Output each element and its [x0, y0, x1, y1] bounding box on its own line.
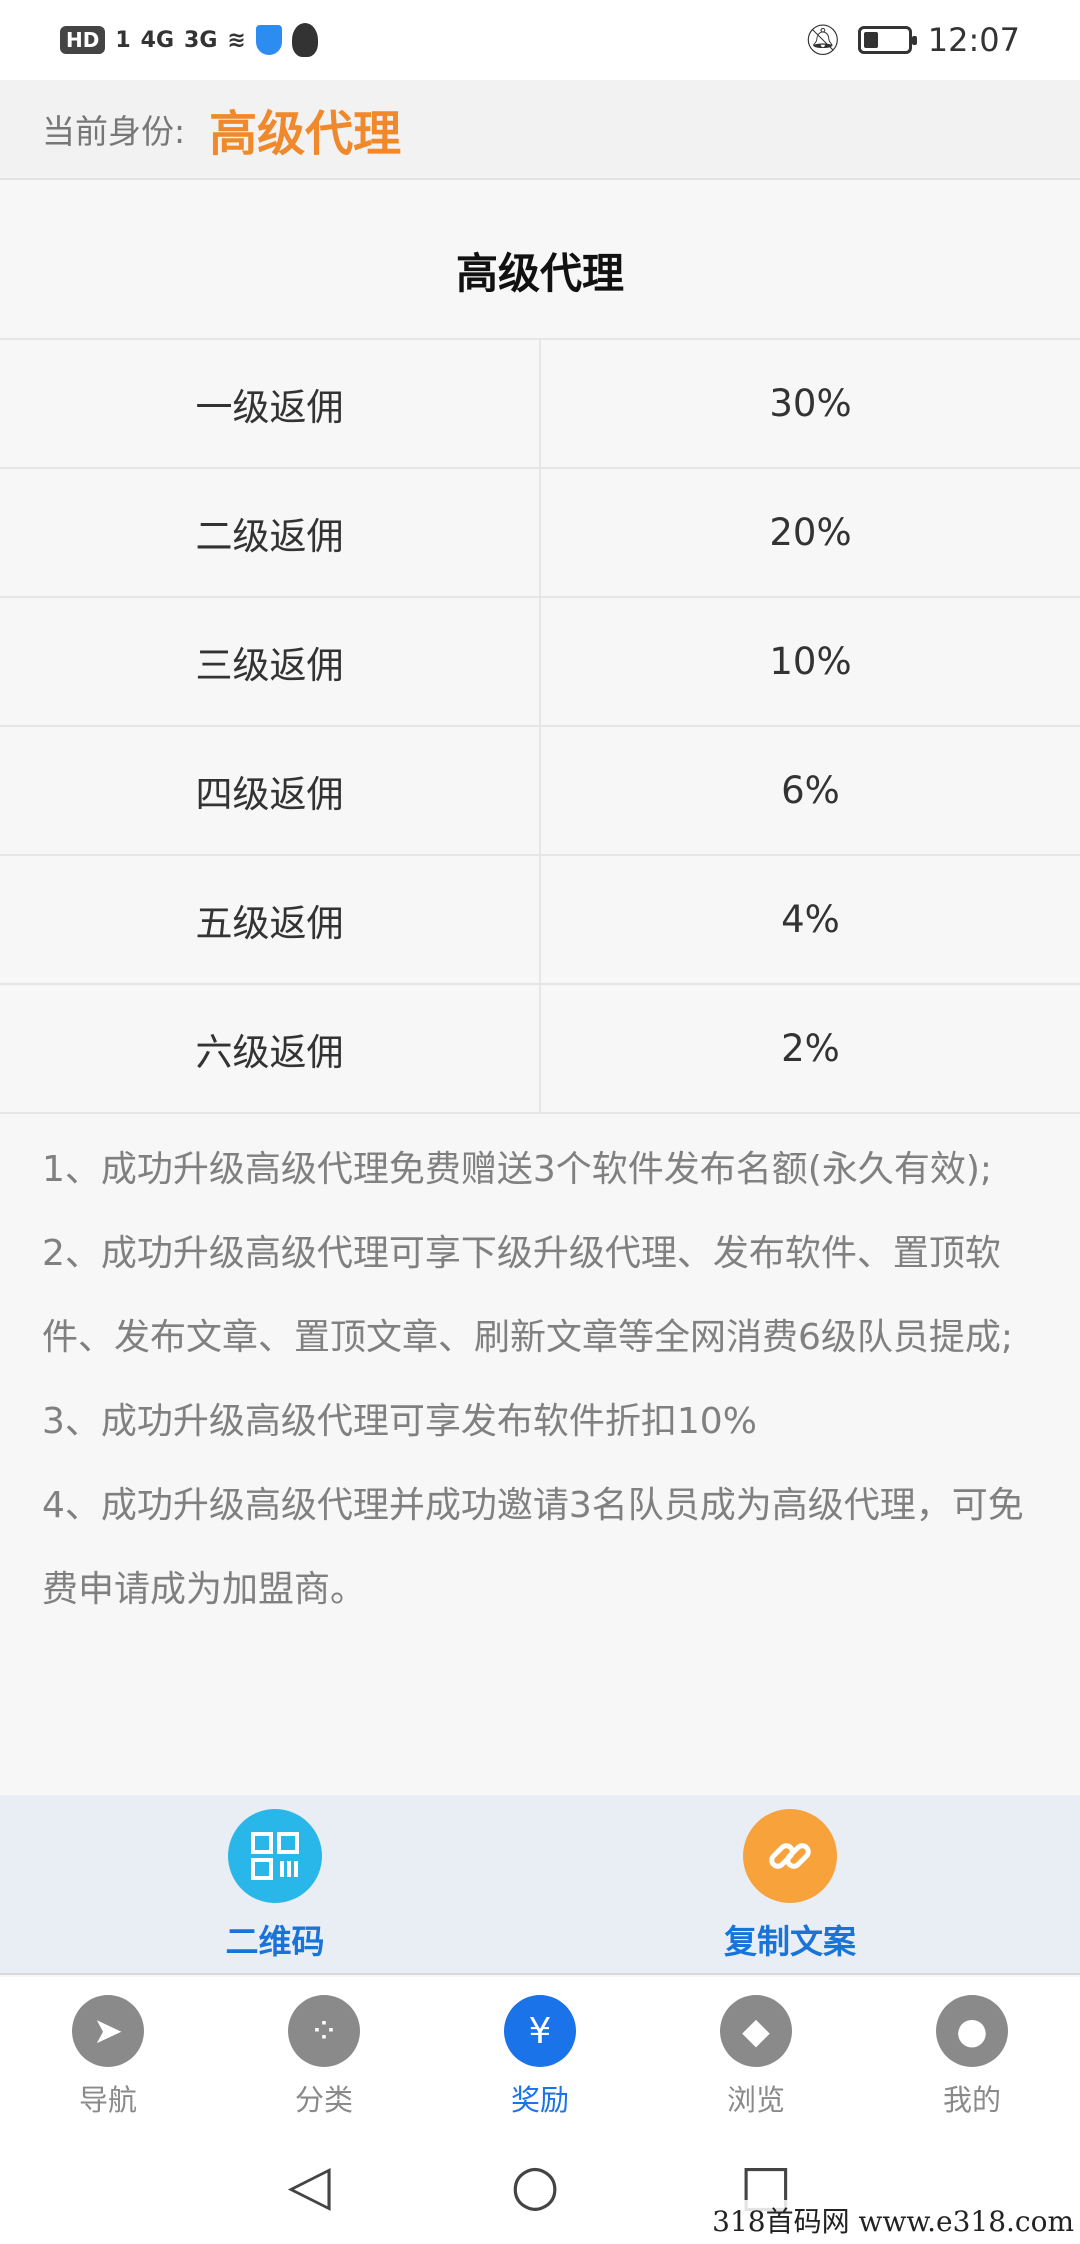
status-icons-right: 🔕︎ 12:07	[804, 21, 1020, 59]
rebate-rate: 6%	[781, 769, 840, 812]
rebate-rate: 10%	[769, 640, 852, 683]
home-icon[interactable]: ○	[511, 2153, 560, 2218]
shield-icon	[255, 25, 282, 55]
profile-icon: ●	[936, 1995, 1008, 2067]
hd-badge: HD	[60, 26, 106, 54]
note-item: 4、成功升级高级代理并成功邀请3名队员成为高级代理，可免费申请成为加盟商。	[42, 1485, 1024, 1610]
tab-label: 浏览	[726, 2083, 785, 2117]
link-icon	[743, 1809, 837, 1903]
table-title: 高级代理	[0, 200, 1080, 340]
reward-icon: ¥	[504, 1995, 576, 2067]
action-bar: 二维码 复制文案	[0, 1795, 1080, 1975]
qrcode-button[interactable]: 二维码	[165, 1809, 385, 1963]
tab-label: 分类	[294, 2083, 353, 2117]
table-row: 四级返佣 6%	[0, 727, 1080, 856]
tab-label: 我的	[942, 2083, 1001, 2117]
qrcode-icon	[228, 1809, 322, 1903]
signal-4g-icon: 4G	[140, 27, 175, 53]
copy-text-label: 复制文案	[724, 1922, 856, 1961]
status-icons-left: HD 1 4G 3G ≋	[60, 23, 318, 57]
tab-label: 导航	[78, 2083, 137, 2117]
tab-browse[interactable]: ◆ 浏览	[648, 1977, 864, 2127]
back-icon[interactable]: ◁	[288, 2153, 331, 2218]
table-row: 一级返佣 30%	[0, 340, 1080, 469]
compass-icon: ◆	[720, 1995, 792, 2067]
navigation-icon: ➤	[72, 1995, 144, 2067]
rebate-rate: 20%	[769, 511, 852, 554]
rebate-level: 六级返佣	[0, 985, 541, 1112]
signal-3g-icon: 3G	[184, 27, 218, 53]
table-row: 二级返佣 20%	[0, 469, 1080, 598]
copy-text-button[interactable]: 复制文案	[680, 1809, 900, 1963]
rebate-rate: 2%	[781, 1027, 840, 1070]
rebate-level: 一级返佣	[0, 340, 541, 467]
rebate-rate: 30%	[769, 382, 852, 425]
wifi-icon: ≋	[227, 27, 246, 53]
note-item: 3、成功升级高级代理可享发布软件折扣10%	[42, 1401, 757, 1442]
note-item: 1、成功升级高级代理免费赠送3个软件发布名额(永久有效);	[42, 1149, 993, 1190]
tab-category[interactable]: ⁘ 分类	[216, 1977, 432, 2127]
watermark: 318首码网 www.e318.com	[712, 2200, 1074, 2240]
qq-icon	[291, 23, 318, 57]
rebate-level: 五级返佣	[0, 856, 541, 983]
clock: 12:07	[927, 21, 1020, 59]
identity-row: 当前身份: 高级代理	[0, 80, 1080, 180]
rebate-level: 四级返佣	[0, 727, 541, 854]
sim-indicator: 1	[115, 27, 131, 53]
tab-navigation[interactable]: ➤ 导航	[0, 1977, 216, 2127]
category-icon: ⁘	[288, 1995, 360, 2067]
tab-reward[interactable]: ¥ 奖励	[432, 1977, 648, 2127]
rebate-table: 一级返佣 30% 二级返佣 20% 三级返佣 10% 四级返佣 6% 五级返佣 …	[0, 338, 1080, 1114]
identity-label: 当前身份:	[42, 112, 186, 151]
battery-icon	[857, 26, 917, 54]
qrcode-label: 二维码	[225, 1922, 325, 1961]
mute-bell-icon: 🔕︎	[803, 22, 842, 58]
rebate-level: 三级返佣	[0, 598, 541, 725]
rebate-rate: 4%	[781, 898, 840, 941]
rebate-level: 二级返佣	[0, 469, 541, 596]
tab-label: 奖励	[510, 2083, 569, 2117]
table-row: 五级返佣 4%	[0, 856, 1080, 985]
tab-mine[interactable]: ● 我的	[864, 1977, 1080, 2127]
table-row: 六级返佣 2%	[0, 985, 1080, 1114]
benefit-notes: 1、成功升级高级代理免费赠送3个软件发布名额(永久有效); 2、成功升级高级代理…	[42, 1128, 1052, 1632]
note-item: 2、成功升级高级代理可享下级升级代理、发布软件、置顶软件、发布文章、置顶文章、刷…	[42, 1233, 1014, 1358]
status-bar: HD 1 4G 3G ≋ 🔕︎ 12:07	[0, 0, 1080, 80]
bottom-tab-bar: ➤ 导航 ⁘ 分类 ¥ 奖励 ◆ 浏览 ● 我的	[0, 1977, 1080, 2127]
table-row: 三级返佣 10%	[0, 598, 1080, 727]
identity-value: 高级代理	[209, 106, 402, 162]
